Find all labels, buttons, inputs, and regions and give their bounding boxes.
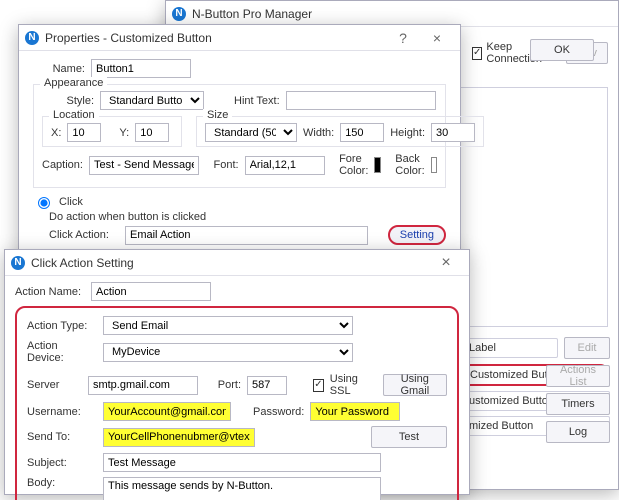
caption-input[interactable]	[89, 156, 199, 175]
username-label: Username:	[27, 406, 97, 418]
font-input[interactable]	[245, 156, 325, 175]
hint-input[interactable]	[286, 91, 436, 110]
port-input[interactable]	[247, 376, 287, 395]
backcolor-swatch[interactable]	[431, 157, 437, 173]
test-button[interactable]: Test	[371, 426, 447, 448]
backcolor-label: Back Color:	[395, 153, 424, 177]
action-name-input[interactable]	[91, 282, 211, 301]
timers-button[interactable]: Timers	[546, 393, 610, 415]
window-title: N-Button Pro Manager	[192, 7, 312, 21]
body-label: Body:	[27, 477, 97, 489]
forecolor-swatch[interactable]	[374, 157, 380, 173]
sendto-label: Send To:	[27, 431, 97, 443]
setting-button[interactable]: Setting	[388, 225, 446, 245]
close-button[interactable]: ×	[429, 254, 463, 272]
action-device-label: Action Device:	[27, 340, 97, 364]
actions-list-button[interactable]: Actions List	[546, 365, 610, 387]
click-label: Click	[59, 196, 83, 208]
app-icon: N	[11, 256, 25, 270]
sendto-input[interactable]	[103, 428, 255, 447]
action-device-select[interactable]: MyDevice	[103, 343, 353, 362]
width-input[interactable]	[340, 123, 384, 142]
size-legend: Size	[203, 109, 232, 121]
y-label: Y:	[119, 127, 129, 139]
action-type-select[interactable]: Send Email	[103, 316, 353, 335]
port-label: Port:	[218, 379, 241, 391]
password-label: Password:	[253, 406, 304, 418]
properties-window: N Properties - Customized Button ? × Nam…	[18, 24, 461, 254]
titlebar[interactable]: N Click Action Setting ×	[5, 250, 469, 276]
height-input[interactable]	[431, 123, 475, 142]
help-button[interactable]: ?	[386, 30, 420, 46]
server-input[interactable]	[88, 376, 198, 395]
action-type-label: Action Type:	[27, 320, 97, 332]
email-config-panel: Action Type: Send Email Action Device: M…	[15, 306, 459, 500]
x-input[interactable]	[67, 123, 101, 142]
action-name-label: Action Name:	[15, 286, 85, 298]
click-action-setting-window: N Click Action Setting × Action Name: Ac…	[4, 249, 470, 495]
ok-button[interactable]: OK	[530, 39, 594, 61]
location-group: Location X: Y:	[42, 116, 182, 147]
window-title: Properties - Customized Button	[45, 31, 212, 45]
name-label: Name:	[33, 63, 85, 75]
hint-label: Hint Text:	[234, 95, 280, 107]
app-icon: N	[25, 31, 39, 45]
username-input[interactable]	[103, 402, 231, 421]
forecolor-label: Fore Color:	[339, 153, 368, 177]
font-label: Font:	[213, 159, 238, 171]
size-preset-select[interactable]: Standard (50%)	[205, 123, 297, 142]
click-action-input[interactable]	[125, 226, 368, 245]
log-button[interactable]: Log	[546, 421, 610, 443]
using-gmail-button[interactable]: Using Gmail	[383, 374, 447, 396]
body-input[interactable]: This message sends by N-Button.	[103, 477, 381, 500]
app-icon: N	[172, 7, 186, 21]
label-button[interactable]: Label	[458, 338, 558, 358]
location-legend: Location	[49, 109, 99, 121]
width-label: Width:	[303, 127, 334, 139]
click-radio[interactable]	[38, 197, 50, 209]
click-action-label: Click Action:	[49, 229, 119, 241]
style-select[interactable]: Standard Button	[100, 91, 204, 110]
keep-connection-checkbox[interactable]: ✓	[472, 47, 482, 60]
y-input[interactable]	[135, 123, 169, 142]
window-title: Click Action Setting	[31, 256, 134, 270]
height-label: Height:	[390, 127, 425, 139]
titlebar[interactable]: N Properties - Customized Button ? ×	[19, 25, 460, 51]
ssl-checkbox[interactable]: ✓	[313, 379, 324, 392]
server-label: Server	[27, 379, 82, 391]
caption-label: Caption:	[42, 159, 83, 171]
ssl-label: Using SSL	[330, 373, 371, 397]
click-desc: Do action when button is clicked	[49, 211, 446, 223]
name-input[interactable]	[91, 59, 191, 78]
password-input[interactable]	[310, 402, 400, 421]
subject-input[interactable]	[103, 453, 381, 472]
close-button[interactable]: ×	[420, 30, 454, 46]
appearance-group: Appearance Style: Standard Button Hint T…	[33, 84, 446, 188]
x-label: X:	[51, 127, 61, 139]
subject-label: Subject:	[27, 457, 97, 469]
appearance-legend: Appearance	[40, 77, 107, 89]
size-group: Size Standard (50%) Width: Height:	[196, 116, 484, 147]
style-label: Style:	[42, 95, 94, 107]
